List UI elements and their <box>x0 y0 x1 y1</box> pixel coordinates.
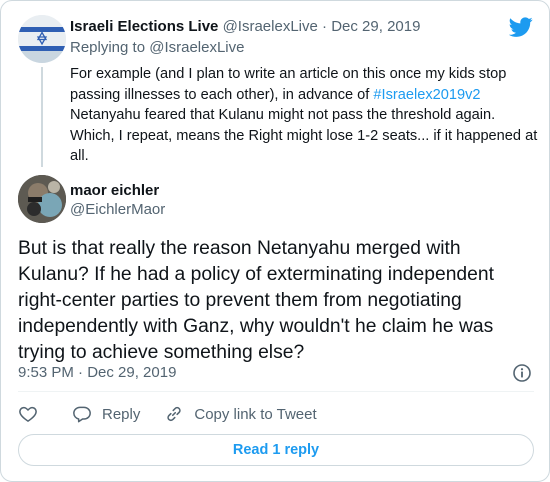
parent-tweet-header: Israeli Elections Live @IsraelexLive · D… <box>70 18 420 36</box>
reply-button[interactable]: Reply <box>72 404 140 424</box>
read-replies-button[interactable]: Read 1 reply <box>18 434 534 466</box>
parent-author-handle[interactable]: @IsraelexLive <box>223 18 318 35</box>
main-author-name[interactable]: maor eichler <box>70 182 159 200</box>
hashtag-link[interactable]: #Israelex2019v2 <box>373 87 480 103</box>
reply-label: Reply <box>102 405 141 423</box>
link-icon <box>167 406 182 422</box>
copy-link-label: Copy link to Tweet <box>194 405 317 423</box>
israeli-elections-avatar[interactable] <box>18 15 66 63</box>
parent-tweet-text: For example (and I plan to write an arti… <box>70 64 540 167</box>
meta-separator: · <box>322 18 328 35</box>
like-button[interactable] <box>18 404 38 424</box>
parent-author-name[interactable]: Israeli Elections Live <box>70 18 218 35</box>
main-author-handle[interactable]: @EichlerMaor <box>70 201 165 219</box>
tweet-embed-card: Israeli Elections Live @IsraelexLive · D… <box>0 0 550 482</box>
thread-connector-line <box>41 67 43 167</box>
tweet-timestamp[interactable]: 9:53 PM · Dec 29, 2019 <box>18 364 176 382</box>
reply-icon <box>73 406 91 423</box>
main-tweet-text: But is that really the reason Netanyahu … <box>18 238 494 363</box>
info-icon[interactable] <box>512 363 532 383</box>
replying-to-line[interactable]: Replying to @IsraelexLive <box>70 39 244 57</box>
parent-text-part-2: Netanyahu feared that Kulanu might not p… <box>70 107 538 164</box>
actions-divider <box>18 391 534 392</box>
tweet-actions-bar: Reply Copy link to Tweet <box>18 403 341 425</box>
maor-eichler-avatar[interactable] <box>18 175 66 223</box>
heart-icon <box>19 406 37 422</box>
copy-link-button[interactable]: Copy link to Tweet <box>164 404 317 424</box>
twitter-bird-icon[interactable] <box>508 15 533 39</box>
parent-tweet-date[interactable]: Dec 29, 2019 <box>331 18 420 35</box>
